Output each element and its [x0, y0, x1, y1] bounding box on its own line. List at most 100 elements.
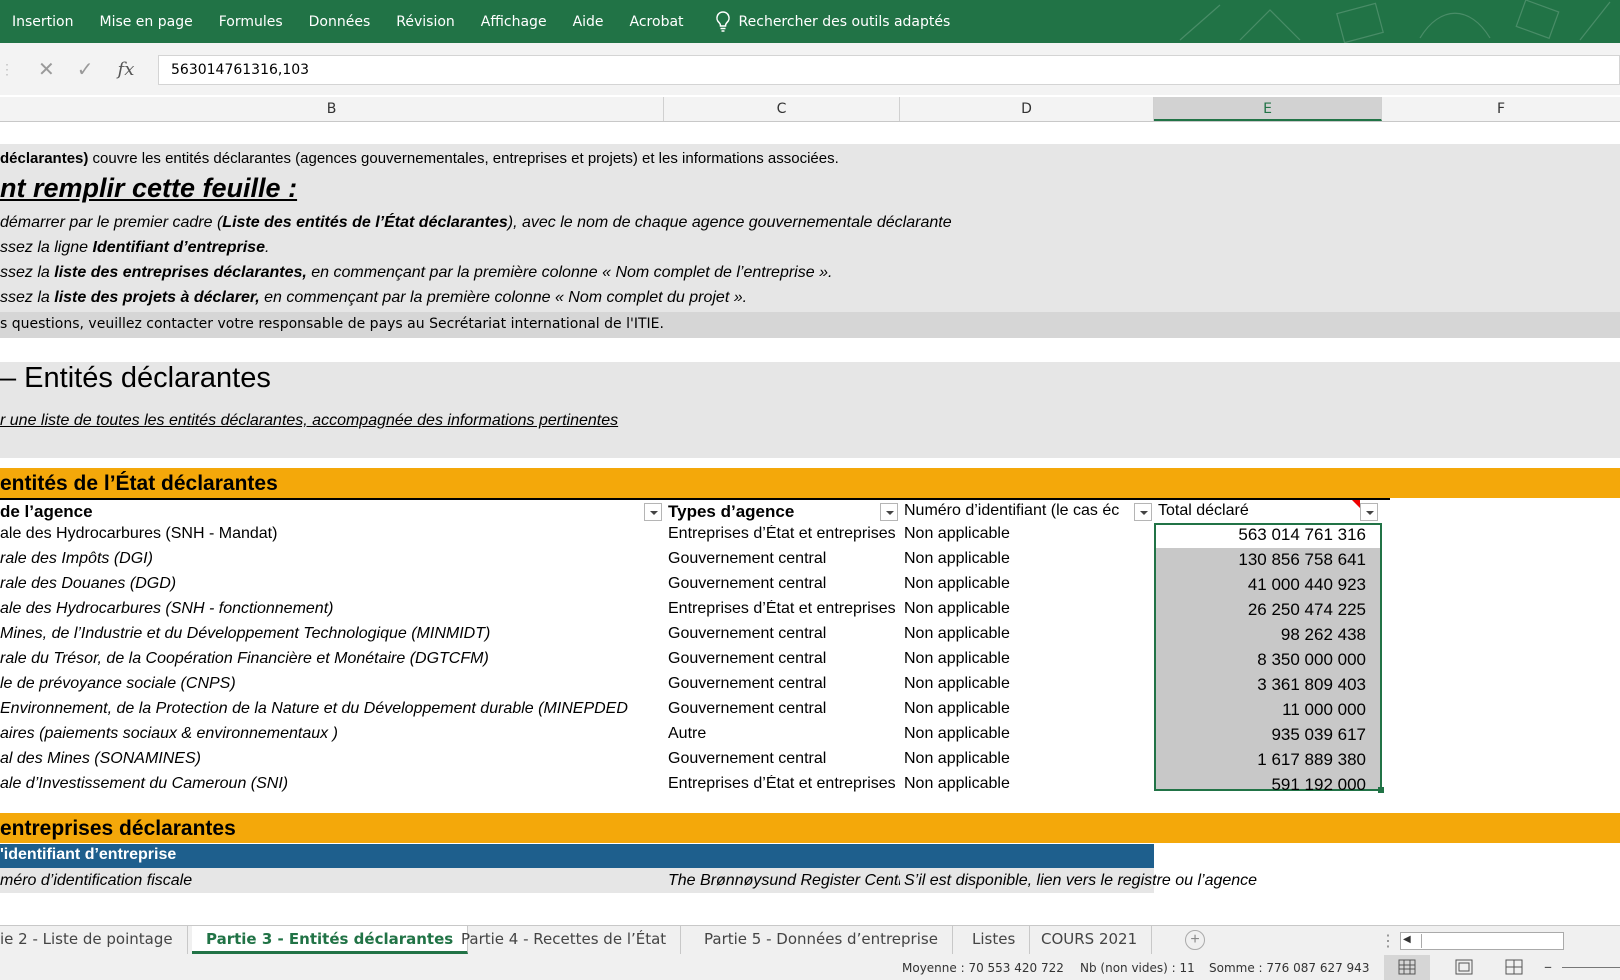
cell-agency-type[interactable]: Entreprises d’État et entreprises — [668, 775, 900, 793]
cell-identifier[interactable]: Non applicable — [904, 575, 1154, 593]
cell-identifier[interactable]: Non applicable — [904, 625, 1154, 643]
company-id-row-a: méro d’identification fiscale — [0, 872, 193, 889]
state-table-row[interactable]: ale des Hydrocarbures (SNH - fonctionnem… — [0, 598, 1390, 623]
state-table-row[interactable]: aires (paiements sociaux & environnement… — [0, 723, 1390, 748]
page-break-view-icon[interactable] — [1494, 955, 1534, 980]
cancel-icon[interactable]: ✕ — [38, 57, 55, 82]
cell-agency-name[interactable]: rale des Impôts (DGI) — [0, 550, 664, 568]
formula-input[interactable]: 563014761316,103 — [158, 55, 1620, 85]
column-header-e[interactable]: E — [1154, 97, 1382, 121]
cell-total-declared[interactable]: 130 856 758 641 — [1154, 550, 1374, 570]
cell-total-declared[interactable]: 98 262 438 — [1154, 625, 1374, 645]
company-id-row-c: S’il est disponible, lien vers le regist… — [904, 872, 1258, 889]
cell-agency-type[interactable]: Gouvernement central — [668, 550, 900, 568]
horizontal-scrollbar[interactable]: ◀ — [1400, 932, 1564, 950]
cell-identifier[interactable]: Non applicable — [904, 775, 1154, 793]
cell-total-declared[interactable]: 563 014 761 316 — [1154, 525, 1374, 545]
cell-identifier[interactable]: Non applicable — [904, 675, 1154, 693]
cell-agency-type[interactable]: Gouvernement central — [668, 700, 900, 718]
ribbon-tab-mise-en-page[interactable]: Mise en page — [86, 14, 205, 30]
ribbon-tab-formules[interactable]: Formules — [206, 14, 296, 30]
cell-agency-type[interactable]: Gouvernement central — [668, 675, 900, 693]
scroll-thumb[interactable] — [1421, 934, 1561, 948]
state-table-row[interactable]: rale des Impôts (DGI) Gouvernement centra… — [0, 548, 1390, 573]
cell-identifier[interactable]: Non applicable — [904, 650, 1154, 668]
cell-agency-type[interactable]: Entreprises d’État et entreprises — [668, 525, 900, 543]
cell-agency-name[interactable]: aires (paiements sociaux & environnement… — [0, 725, 664, 743]
state-table-title: entités de l’État déclarantes — [0, 472, 278, 495]
insert-function-icon[interactable]: fx — [118, 59, 135, 80]
filter-dropdown-icon[interactable] — [880, 503, 898, 521]
page-layout-view-icon[interactable] — [1444, 955, 1484, 980]
cell-agency-type[interactable]: Gouvernement central — [668, 575, 900, 593]
column-header-b[interactable]: B — [0, 97, 664, 121]
ribbon-tab-revision[interactable]: Révision — [383, 14, 468, 30]
state-table-row[interactable]: ale d’Investissement du Cameroun (SNI) En… — [0, 773, 1390, 798]
cell-agency-type[interactable]: Autre — [668, 725, 900, 743]
state-table-row[interactable]: Mines, de l’Industrie et du Développemen… — [0, 623, 1390, 648]
cell-total-declared[interactable]: 3 361 809 403 — [1154, 675, 1374, 695]
sheet-tab-cours-2021[interactable]: COURS 2021 — [1027, 926, 1153, 954]
cell-agency-name[interactable]: Environnement, de la Protection de la Na… — [0, 700, 664, 718]
zoom-slider[interactable] — [1562, 967, 1620, 968]
tell-me-search[interactable]: Rechercher des outils adaptés — [739, 14, 964, 30]
cell-agency-type[interactable]: Gouvernement central — [668, 650, 900, 668]
state-table-row[interactable]: rale du Trésor, de la Coopération Financ… — [0, 648, 1390, 673]
column-header-d[interactable]: D — [900, 97, 1154, 121]
cell-agency-name[interactable]: rale des Douanes (DGD) — [0, 575, 664, 593]
cell-total-declared[interactable]: 26 250 474 225 — [1154, 600, 1374, 620]
state-table-row[interactable]: le de prévoyance sociale (CNPS) Gouvernem… — [0, 673, 1390, 698]
cell-total-declared[interactable]: 41 000 440 923 — [1154, 575, 1374, 595]
state-table-row[interactable]: ale des Hydrocarbures (SNH - Mandat) Entr… — [0, 523, 1390, 548]
cell-agency-name[interactable]: Mines, de l’Industrie et du Développemen… — [0, 625, 664, 643]
sheet-tab-partie-2[interactable]: ie 2 - Liste de pointage — [0, 926, 188, 954]
ribbon-tab-donnees[interactable]: Données — [296, 14, 384, 30]
cell-total-declared[interactable]: 591 192 000 — [1154, 775, 1374, 795]
cell-agency-name[interactable]: ale des Hydrocarbures (SNH - fonctionnem… — [0, 600, 664, 618]
cell-total-declared[interactable]: 11 000 000 — [1154, 700, 1374, 720]
comment-indicator-icon[interactable] — [1352, 500, 1360, 508]
sheet-tab-partie-5[interactable]: Partie 5 - Données d’entreprise — [690, 926, 953, 954]
ribbon-tab-aide[interactable]: Aide — [560, 14, 617, 30]
filter-dropdown-icon[interactable] — [1360, 503, 1378, 521]
cell-agency-type[interactable]: Entreprises d’État et entreprises — [668, 600, 900, 618]
column-header-c[interactable]: C — [664, 97, 900, 121]
cell-identifier[interactable]: Non applicable — [904, 700, 1154, 718]
lightbulb-icon[interactable] — [713, 10, 733, 34]
filter-dropdown-icon[interactable] — [1134, 503, 1152, 521]
state-table-row[interactable]: al des Mines (SONAMINES) Gouvernement cen… — [0, 748, 1390, 773]
cell-agency-name[interactable]: ale d’Investissement du Cameroun (SNI) — [0, 775, 664, 793]
cell-agency-type[interactable]: Gouvernement central — [668, 625, 900, 643]
sheet-tab-partie-4[interactable]: Partie 4 - Recettes de l’État — [447, 926, 682, 954]
cell-total-declared[interactable]: 1 617 889 380 — [1154, 750, 1374, 770]
cell-identifier[interactable]: Non applicable — [904, 750, 1154, 768]
sheet-tab-listes[interactable]: Listes — [958, 926, 1031, 954]
ribbon: Insertion Mise en page Formules Données … — [0, 0, 1620, 43]
enter-icon[interactable]: ✓ — [77, 57, 94, 82]
cell-agency-name[interactable]: al des Mines (SONAMINES) — [0, 750, 664, 768]
normal-view-icon[interactable] — [1384, 955, 1430, 980]
state-table-row[interactable]: Environnement, de la Protection de la Na… — [0, 698, 1390, 723]
cell-total-declared[interactable]: 8 350 000 000 — [1154, 650, 1374, 670]
cell-agency-type[interactable]: Gouvernement central — [668, 750, 900, 768]
add-sheet-icon[interactable]: + — [1185, 930, 1205, 950]
cell-agency-name[interactable]: ale des Hydrocarbures (SNH - Mandat) — [0, 525, 664, 543]
ribbon-tab-affichage[interactable]: Affichage — [468, 14, 560, 30]
cell-identifier[interactable]: Non applicable — [904, 525, 1154, 543]
column-header-f[interactable]: F — [1382, 97, 1620, 121]
zoom-out-icon[interactable]: – — [1544, 957, 1552, 976]
sheet-tab-partie-3[interactable]: Partie 3 - Entités déclarantes — [192, 926, 469, 954]
cell-identifier[interactable]: Non applicable — [904, 725, 1154, 743]
ribbon-tab-acrobat[interactable]: Acrobat — [617, 14, 697, 30]
tab-split-handle-icon[interactable]: ⋮ — [1380, 931, 1396, 951]
scroll-left-icon[interactable]: ◀ — [1403, 934, 1411, 945]
filter-dropdown-icon[interactable] — [644, 503, 662, 521]
cell-identifier[interactable]: Non applicable — [904, 600, 1154, 618]
cell-agency-name[interactable]: rale du Trésor, de la Coopération Financ… — [0, 650, 664, 668]
cell-identifier[interactable]: Non applicable — [904, 550, 1154, 568]
header-agency-name: de l’agence — [0, 502, 93, 521]
state-table-row[interactable]: rale des Douanes (DGD) Gouvernement centr… — [0, 573, 1390, 598]
cell-total-declared[interactable]: 935 039 617 — [1154, 725, 1374, 745]
ribbon-tab-insertion[interactable]: Insertion — [0, 14, 86, 30]
cell-agency-name[interactable]: le de prévoyance sociale (CNPS) — [0, 675, 664, 693]
